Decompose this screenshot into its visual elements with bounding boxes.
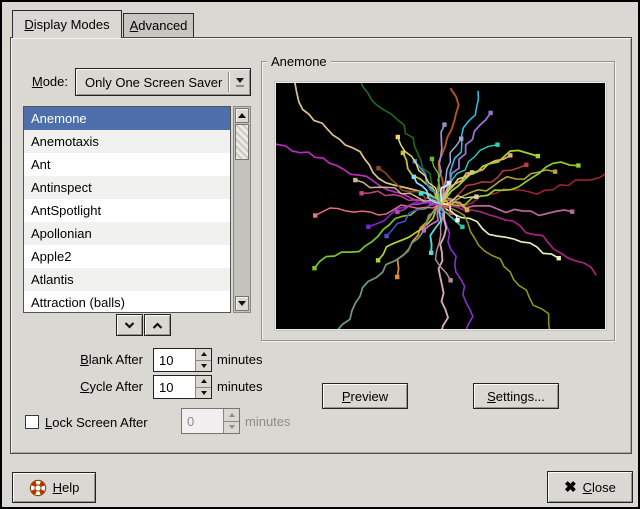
lock-after-spin-up[interactable] [224,409,239,422]
blank-after-spin-down[interactable] [196,361,211,372]
close-button-label: Close [583,480,616,495]
mode-label: Mode: [11,68,68,96]
chevron-up-icon [152,322,163,329]
list-item[interactable]: Apple2 [24,245,230,268]
list-item[interactable]: Attraction (balls) [24,291,230,313]
lock-after-spin-down[interactable] [224,422,239,434]
list-item[interactable]: Anemone [24,107,230,130]
lock-after-input[interactable] [182,409,223,433]
list-item[interactable]: Apollonian [24,222,230,245]
move-down-button[interactable] [116,314,143,336]
mode-select-value: Only One Screen Saver [76,75,228,90]
preview-group-frame: Anemone [261,61,615,341]
lock-screen-checkbox[interactable] [25,415,39,429]
list-item[interactable]: Atlantis [24,268,230,291]
move-up-button[interactable] [144,314,171,336]
preview-button-label: Preview [342,389,388,404]
tab-display-modes[interactable]: Display Modes [12,10,122,38]
blank-after-input[interactable] [154,349,195,371]
mode-select[interactable]: Only One Screen Saver [75,68,251,96]
lock-screen-label: Lock Screen After [45,410,148,436]
saver-list-scrollbar[interactable] [233,106,251,313]
scroll-down-button[interactable] [235,296,249,311]
arrow-up-icon [238,113,246,118]
cycle-after-spin-down[interactable] [196,388,211,399]
scroll-up-button[interactable] [235,108,249,123]
lock-after-spinbox [181,408,240,434]
scrollbar-thumb[interactable] [235,124,249,160]
display-modes-page: Mode: Only One Screen Saver AnemoneAnemo… [10,37,632,454]
help-button-label: Help [53,480,80,495]
spin-down-icon [201,391,207,395]
tab-advanced-label: Advanced [130,18,188,33]
spin-up-icon [229,413,235,417]
cycle-after-label: Cycle After [31,375,143,399]
saver-list: AnemoneAnemotaxisAntAntinspectAntSpotlig… [23,106,231,313]
cycle-after-unit: minutes [217,375,263,399]
blank-after-label: Blank After [31,348,143,372]
spin-up-icon [201,379,207,383]
tab-advanced[interactable]: Advanced [123,13,194,37]
life-ring-help-icon [29,479,47,497]
saver-list-container: AnemoneAnemotaxisAntAntinspectAntSpotlig… [23,106,251,313]
help-button[interactable]: Help [12,472,96,503]
cycle-after-spin-up[interactable] [196,376,211,388]
blank-after-unit: minutes [217,348,263,372]
screensaver-preview [276,83,605,329]
cycle-after-spinbox [153,375,212,399]
cycle-after-input[interactable] [154,376,195,398]
close-button[interactable]: ✖ Close [547,471,633,503]
preview-well [274,81,607,331]
preview-button[interactable]: Preview [322,383,408,409]
chevron-down-icon [124,322,135,329]
list-item[interactable]: AntSpotlight [24,199,230,222]
anemone-preview-drawing [276,83,605,329]
spin-up-icon [201,352,207,356]
list-item[interactable]: Ant [24,153,230,176]
tab-display-modes-label: Display Modes [24,17,109,32]
blank-after-spin-up[interactable] [196,349,211,361]
lock-after-unit: minutes [245,409,291,433]
blank-after-spinbox [153,348,212,372]
list-item[interactable]: Antinspect [24,176,230,199]
settings-button-label: Settings... [487,389,545,404]
preview-group-title: Anemone [267,53,331,70]
dropdown-arrow-icon [230,78,250,87]
list-item[interactable]: Anemotaxis [24,130,230,153]
screensaver-preferences-dialog: Display Modes Advanced Mode: Only One Sc… [0,0,640,509]
close-x-icon: ✖ [564,480,577,495]
spin-down-icon [229,425,235,429]
settings-button[interactable]: Settings... [473,383,559,409]
spin-down-icon [201,364,207,368]
arrow-down-icon [238,301,246,306]
